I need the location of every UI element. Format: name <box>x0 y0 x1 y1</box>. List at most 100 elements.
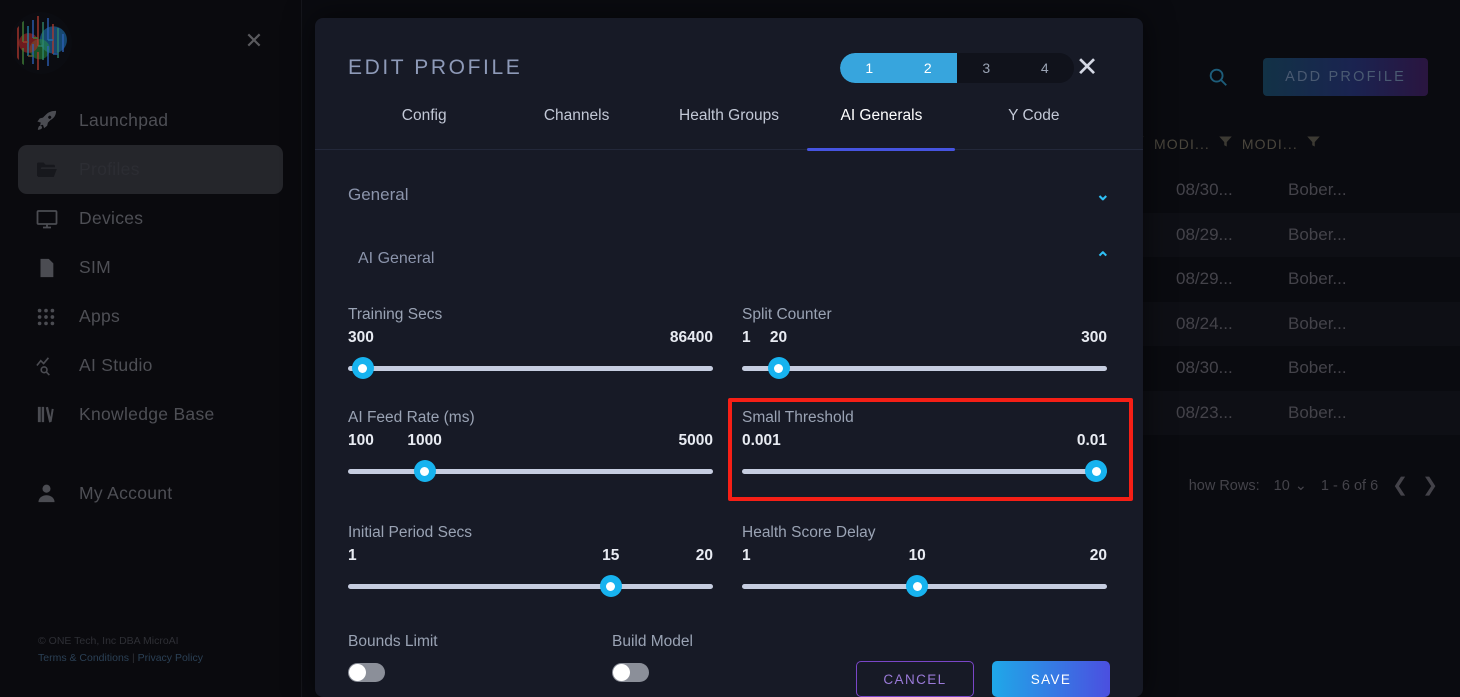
column-header-label: MODI... <box>1241 136 1298 152</box>
slider-thumb[interactable] <box>351 357 374 379</box>
chevron-down-icon: ⌄ <box>1095 185 1110 204</box>
slider-track[interactable] <box>348 357 713 379</box>
wizard-step-4[interactable]: 4 <box>1016 53 1075 83</box>
sidebar-item-label: Apps <box>79 306 121 326</box>
rows-per-page-select[interactable]: 10 ⌄ <box>1274 478 1307 494</box>
sidebar-item-launchpad[interactable]: Launchpad <box>18 96 283 145</box>
sidebar-item-label: AI Studio <box>79 355 153 375</box>
slider-track[interactable] <box>742 460 1108 482</box>
slider-min: 100 <box>348 432 374 449</box>
sidebar-item-my-account[interactable]: My Account <box>18 469 283 518</box>
row-date-cell: 08/30... <box>1176 180 1233 200</box>
sidebar-item-devices[interactable]: Devices <box>18 194 283 243</box>
sidebar-item-profiles[interactable]: Profiles <box>18 145 283 194</box>
copyright-text: © ONE Tech, Inc DBA MicroAI <box>38 635 179 647</box>
rocket-icon <box>35 109 79 132</box>
accordion-ai-general-title: AI General <box>358 250 435 267</box>
slider-label: Health Score Delay <box>742 524 876 541</box>
show-rows-label: how Rows: <box>1188 477 1260 494</box>
wizard-step-3[interactable]: 3 <box>957 53 1016 83</box>
tab-ai-generals[interactable]: AI Generals <box>805 104 957 149</box>
slider-label: Training Secs <box>348 306 443 323</box>
row-user-cell: Bober... <box>1288 224 1347 244</box>
sidebar-item-label: Devices <box>79 208 144 228</box>
slider-thumb[interactable] <box>413 460 436 482</box>
tab-y-code[interactable]: Y Code <box>958 104 1110 149</box>
slider-values: 300 86400 <box>348 329 713 350</box>
modal-title: EDIT PROFILE <box>348 56 523 79</box>
slider-label: AI Feed Rate (ms) <box>348 409 475 426</box>
row-date-cell: 08/29... <box>1176 224 1233 244</box>
slider-values: 100 1000 5000 <box>348 432 713 453</box>
table-row[interactable]: .. 08/29... Bober... <box>1102 257 1460 302</box>
table-header: MODI... MODI... <box>1122 134 1330 154</box>
prev-page-button[interactable]: ❮ <box>1392 474 1408 497</box>
slider-track[interactable] <box>742 357 1107 379</box>
row-date-cell: 08/29... <box>1176 269 1233 289</box>
tab-channels[interactable]: Channels <box>500 104 652 149</box>
settings-row: Training Secs 300 86400 Split Counter 1 … <box>348 292 1110 379</box>
slider-label: Initial Period Secs <box>348 524 473 541</box>
slider-track[interactable] <box>348 575 713 597</box>
table-row[interactable]: .. 08/23... Bober... <box>1102 390 1460 435</box>
search-icon[interactable] <box>1207 66 1229 88</box>
table-row[interactable]: .. 08/24... Bober... <box>1102 301 1460 346</box>
slider-ai-feed-rate: AI Feed Rate (ms) 100 1000 5000 <box>348 395 713 482</box>
modal-footer: CANCEL SAVE <box>315 661 1143 697</box>
sidebar-close-icon[interactable]: ✕ <box>243 30 265 52</box>
grid-apps-icon <box>35 306 79 328</box>
filter-icon[interactable] <box>1306 134 1322 154</box>
sidebar-item-knowledge-base[interactable]: Knowledge Base <box>18 390 283 439</box>
table-row[interactable]: .. 08/30... Bober... <box>1102 346 1460 391</box>
slider-max: 20 <box>1089 547 1107 564</box>
accordion-general[interactable]: General ⌄ <box>315 168 1143 222</box>
edit-profile-modal: EDIT PROFILE 1 2 3 4 ✕ Config Channels H… <box>315 18 1143 697</box>
tab-health-groups[interactable]: Health Groups <box>653 104 805 149</box>
slider-thumb[interactable] <box>767 357 790 379</box>
wizard-step-1[interactable]: 1 <box>840 53 899 83</box>
slider-min: 1 <box>742 547 751 564</box>
accordion-ai-general[interactable]: AI General ⌃ <box>315 232 1143 286</box>
slider-track[interactable] <box>742 575 1107 597</box>
slider-current: 10 <box>908 547 926 564</box>
sidebar-item-ai-studio[interactable]: AI Studio <box>18 341 283 390</box>
settings-row: Initial Period Secs 1 15 20 Health Score… <box>348 510 1110 597</box>
slider-current: 20 <box>769 329 788 346</box>
close-icon[interactable]: ✕ <box>1073 54 1101 82</box>
sidebar-item-label: Knowledge Base <box>79 404 215 424</box>
slider-training-secs: Training Secs 300 86400 <box>348 292 713 379</box>
row-user-cell: Bober... <box>1288 358 1347 378</box>
table-row[interactable]: .. 08/30... Bober... <box>1102 168 1460 213</box>
sidebar-item-apps[interactable]: Apps <box>18 292 283 341</box>
toggle-label: Bounds Limit <box>348 633 438 650</box>
slider-bar <box>348 469 713 474</box>
chevron-down-icon: ⌄ <box>1294 477 1307 494</box>
modal-tabs: Config Channels Health Groups AI General… <box>315 104 1143 150</box>
pagination-bar: how Rows: 10 ⌄ 1 - 6 of 6 ❮ ❯ <box>1189 474 1438 497</box>
row-date-cell: 08/30... <box>1176 358 1233 378</box>
cancel-button[interactable]: CANCEL <box>856 661 974 697</box>
slider-values: 1 15 20 <box>348 547 713 568</box>
save-button[interactable]: SAVE <box>992 661 1110 697</box>
slider-thumb[interactable] <box>1085 460 1108 482</box>
privacy-link[interactable]: Privacy Policy <box>138 652 203 664</box>
add-profile-button[interactable]: ADD PROFILE <box>1263 58 1428 96</box>
row-date-cell: 08/23... <box>1176 402 1233 422</box>
wizard-step-2[interactable]: 2 <box>898 53 957 83</box>
sidebar-item-sim[interactable]: SIM <box>18 243 283 292</box>
filter-icon[interactable] <box>1218 134 1234 154</box>
table-body: .. 08/30... Bober... .. 08/29... Bober..… <box>1102 168 1460 435</box>
slider-values: 0.001 0.01 <box>742 432 1107 453</box>
slider-thumb[interactable] <box>599 575 622 597</box>
slider-label: Small Threshold <box>742 409 854 426</box>
terms-link[interactable]: Terms & Conditions <box>38 652 129 664</box>
background-toolbar: ADD PROFILE <box>1207 58 1428 96</box>
books-icon <box>35 403 79 426</box>
app-root: ✕ Launchpad Profiles Devices SIM Apps AI… <box>0 0 1460 697</box>
slider-track[interactable] <box>348 460 713 482</box>
next-page-button[interactable]: ❯ <box>1422 474 1438 497</box>
slider-thumb[interactable] <box>906 575 929 597</box>
tab-config[interactable]: Config <box>348 104 500 149</box>
table-row[interactable]: .. 08/29... Bober... <box>1102 212 1460 257</box>
slider-initial-period-secs: Initial Period Secs 1 15 20 <box>348 510 713 597</box>
